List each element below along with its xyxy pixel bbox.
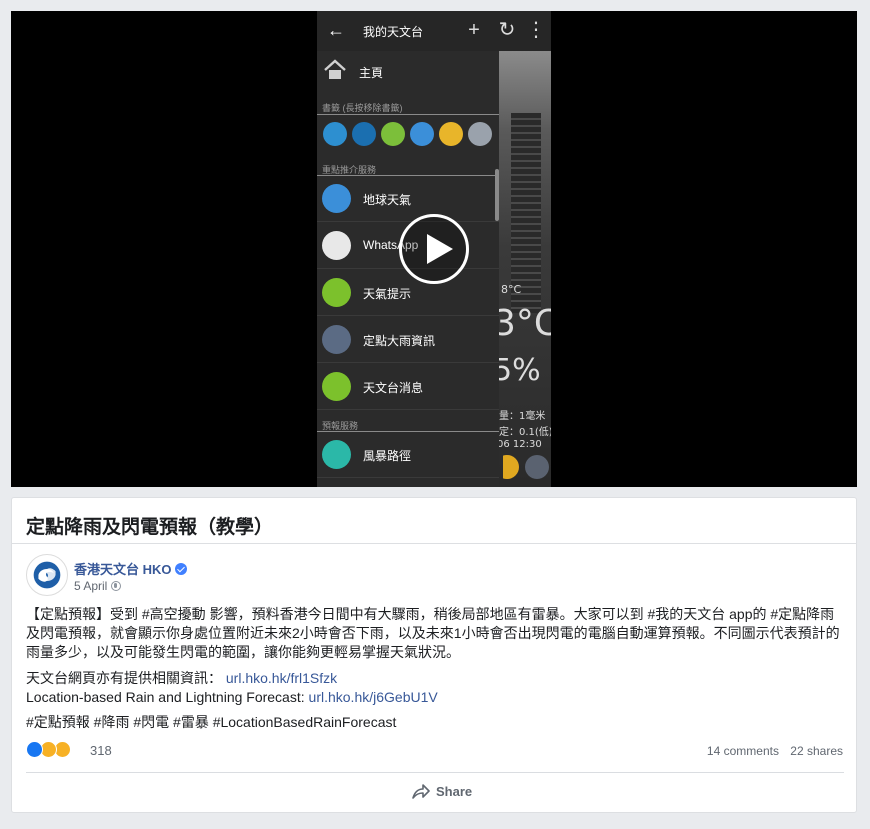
weather-humidity: 5% xyxy=(493,353,541,388)
drawer-item-home: 主頁 xyxy=(317,55,499,91)
share-button[interactable]: Share xyxy=(412,783,472,803)
info-link[interactable]: url.hko.hk/frl1Sfzk xyxy=(226,670,337,686)
rain-cloud-icon xyxy=(322,325,351,354)
post-line: 及閃電預報，就會顯示你身處位置附近未來2小時會否下雨，以及未來1小時會否出現閃電… xyxy=(26,625,840,641)
engagement-counts: 14 comments 22 shares xyxy=(699,744,843,758)
page-name-link[interactable]: 香港天文台 HKO xyxy=(74,559,187,578)
video-title: 定點降雨及閃電預報（教學） xyxy=(26,517,274,538)
drawer-item-earth-weather: 地球天氣 xyxy=(317,176,499,222)
storm-track-icon xyxy=(322,440,351,469)
globe-icon xyxy=(111,581,122,591)
more-vert-icon: ⋮ xyxy=(526,19,546,41)
drawer-item-location-rain: 定點大雨資訊 xyxy=(317,317,499,363)
drawer-home-label: 主頁 xyxy=(359,66,384,80)
info-label: 天文台網頁亦有提供相關資訊： xyxy=(26,670,222,686)
reaction-count[interactable]: 318 xyxy=(90,743,112,758)
play-button[interactable] xyxy=(399,214,469,284)
bookmark-weather-icon xyxy=(381,122,405,146)
page-name-text[interactable]: 香港天文台 HKO xyxy=(74,562,172,577)
weather-rainfall: 量：1毫米 xyxy=(499,411,546,422)
comments-count[interactable]: 14 comments xyxy=(707,744,779,758)
refresh-icon: ↻ xyxy=(498,19,516,41)
home-icon xyxy=(324,59,346,79)
weather-background: 8°C 3°C 5% 量：1毫米 定：0.1(低) 06 12:30 xyxy=(493,51,551,487)
share-label[interactable]: Share xyxy=(436,784,472,799)
phone-app-title: 我的天文台 xyxy=(363,25,424,39)
verified-badge-icon xyxy=(174,563,187,575)
post-hashtags[interactable]: #定點預報 #降雨 #閃電 #雷暴 #LocationBasedRainFore… xyxy=(26,713,846,732)
drawer-scrollbar xyxy=(495,169,499,221)
video-player[interactable]: 8°C 3°C 5% 量：1毫米 定：0.1(低) 06 12:30 主頁 書籤… xyxy=(11,11,857,487)
back-arrow-icon: ← xyxy=(327,20,345,40)
bookmark-rain-icon xyxy=(410,122,434,146)
post-info-line: 天文台網頁亦有提供相關資訊： url.hko.hk/frl1Sfzk xyxy=(26,669,846,688)
bookmark-satellite-icon xyxy=(352,122,376,146)
drawer-item-storm-track: 風暴路徑 xyxy=(317,432,499,478)
like-reaction-icon xyxy=(26,741,43,758)
bookmark-radar-icon xyxy=(323,122,347,146)
post-en-line: Location-based Rain and Lightning Foreca… xyxy=(26,688,846,707)
post-line: 【定點預報】受到 #高空擾動 影響，預料香港今日間中有大驟雨，稍後局部地區有雷暴… xyxy=(26,606,835,622)
en-link[interactable]: url.hko.hk/j6GebU1V xyxy=(309,689,438,705)
whatsapp-mascot-icon xyxy=(322,231,351,260)
bookmark-sun-rain-icon xyxy=(439,122,463,146)
earth-weather-icon xyxy=(322,184,351,213)
bookmark-location-rain-icon xyxy=(468,122,492,146)
share-arrow-icon xyxy=(412,784,430,799)
weather-small-temp: 8°C xyxy=(501,283,522,296)
post-line: 雨量多少，以及可能發生閃電的範圍，讓你能夠更輕易掌握天氣狀況。 xyxy=(26,644,460,660)
play-icon xyxy=(427,234,453,264)
drawer-item-hko-news: 天文台消息 xyxy=(317,364,499,410)
shares-count[interactable]: 22 shares xyxy=(790,744,843,758)
divider xyxy=(317,114,499,115)
post-paragraph: 【定點預報】受到 #高空擾動 影響，預料香港今日間中有大驟雨，稍後局部地區有雷暴… xyxy=(26,605,846,662)
divider xyxy=(26,772,844,773)
post-date-text[interactable]: 5 April xyxy=(74,579,107,593)
phone-app-bar: ← 我的天文台 + ↻ ⋮ xyxy=(317,11,551,51)
bookmarks-section-label: 書籤 (長按移除書籤) xyxy=(322,103,403,113)
divider xyxy=(12,543,856,544)
weather-uv: 定：0.1(低) xyxy=(499,427,551,438)
weather-temperature: 3°C xyxy=(493,303,551,344)
drawer-item-weather-tips: 天氣提示 xyxy=(317,270,499,316)
avatar[interactable] xyxy=(26,554,68,596)
post-timestamp[interactable]: 5 April xyxy=(74,579,122,593)
post-card: 定點降雨及閃電預報（教學） 香港天文台 HKO 5 April 【定點預報】受到… xyxy=(11,497,857,813)
phone-bottom-icons xyxy=(503,455,549,479)
news-icon xyxy=(322,372,351,401)
lightbulb-icon xyxy=(322,278,351,307)
en-label: Location-based Rain and Lightning Foreca… xyxy=(26,689,305,705)
weather-time: 06 12:30 xyxy=(497,439,542,450)
add-icon: + xyxy=(468,19,480,41)
